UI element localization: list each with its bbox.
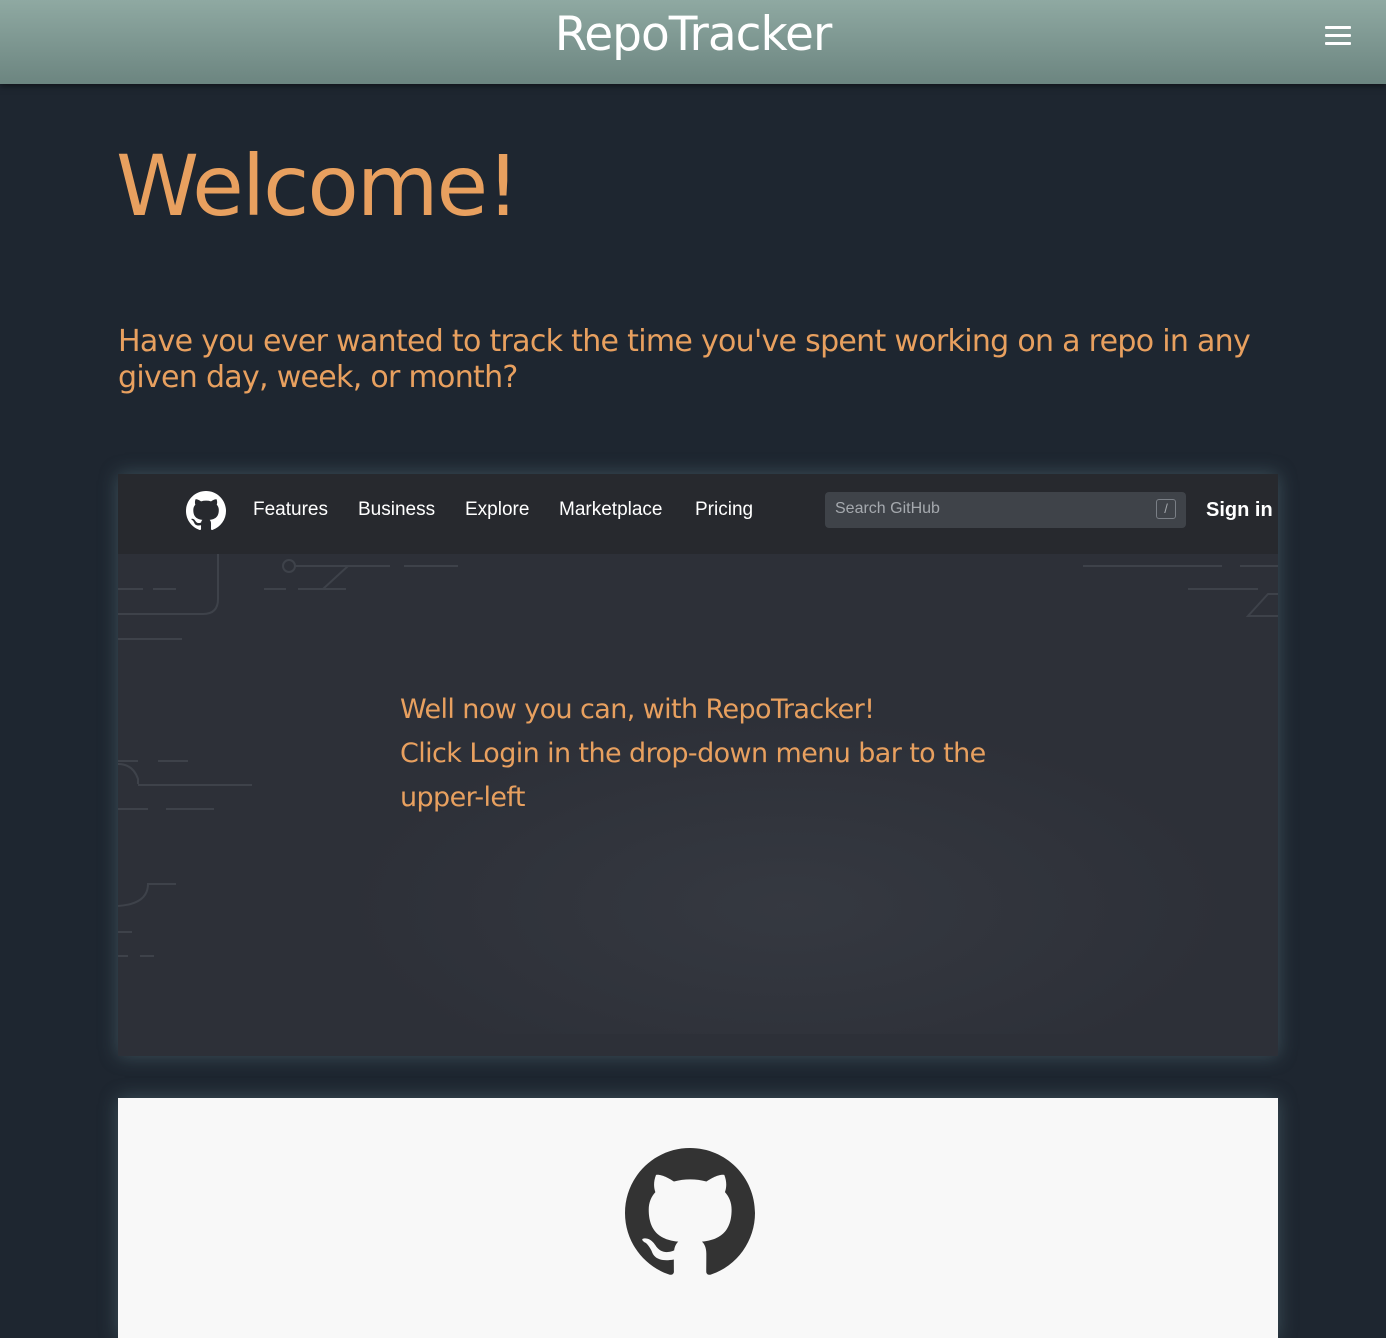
hero-line: upper-left [400, 782, 525, 813]
hero-line: Well now you can, with RepoTracker! [400, 694, 875, 725]
github-login-card [118, 1098, 1278, 1338]
app-title: RepoTracker [554, 7, 833, 62]
sign-in-link[interactable]: Sign in [1206, 498, 1273, 522]
github-octocat-icon [625, 1148, 755, 1275]
hero-message: Well now you can, with RepoTracker! Clic… [400, 688, 1040, 820]
intro-question: Have you ever wanted to track the time y… [118, 324, 1251, 395]
hamburger-menu-button[interactable] [1318, 22, 1358, 52]
hero-line: Click Login in the drop-down menu bar to… [400, 738, 986, 769]
hamburger-menu-icon [1325, 26, 1351, 29]
welcome-heading: Welcome! [116, 137, 520, 235]
hamburger-menu-icon [1325, 42, 1351, 45]
hamburger-menu-icon [1325, 34, 1351, 37]
search-placeholder: Search GitHub [835, 500, 940, 517]
top-bar: RepoTracker [0, 0, 1386, 84]
nav-marketplace[interactable]: Marketplace [559, 498, 663, 522]
github-octocat-icon[interactable] [186, 491, 226, 531]
nav-business[interactable]: Business [358, 498, 435, 522]
github-hero-card: Features Business Explore Marketplace Pr… [118, 474, 1278, 1056]
github-header: Features Business Explore Marketplace Pr… [118, 474, 1278, 554]
github-search-input[interactable]: Search GitHub / [825, 492, 1186, 528]
slash-shortcut-badge: / [1156, 499, 1176, 519]
nav-pricing[interactable]: Pricing [695, 498, 753, 522]
nav-features[interactable]: Features [253, 498, 328, 522]
nav-explore[interactable]: Explore [465, 498, 529, 522]
